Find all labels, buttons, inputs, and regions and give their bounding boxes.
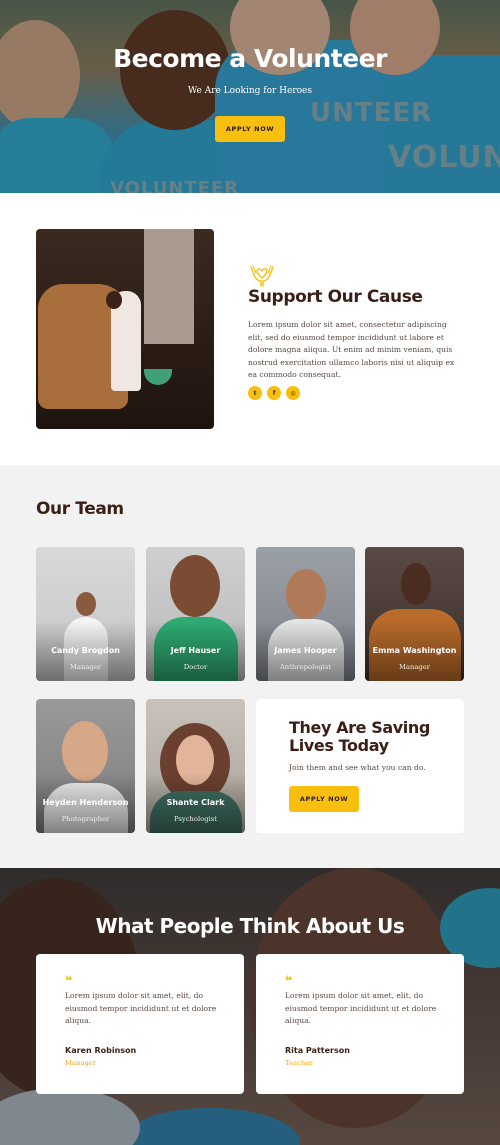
twitter-icon[interactable]: t: [248, 386, 262, 400]
member-role: Manager: [398, 663, 431, 671]
team-card[interactable]: James Hooper Anthropologist: [256, 547, 355, 681]
member-photo-face: [62, 721, 108, 781]
member-name: Jeff Hauser: [170, 646, 221, 655]
team-card[interactable]: Heyden Henderson Photographer: [36, 699, 135, 833]
photo-bowl: [144, 369, 172, 385]
support-text: Lorem ipsum dolor sit amet, consectetur …: [248, 320, 455, 380]
support-title: Support Our Cause: [248, 287, 423, 307]
member-photo-face: [170, 555, 220, 617]
member-name: Emma Washington: [372, 646, 457, 655]
heart-hands-icon: [250, 265, 274, 287]
member-photo-face: [76, 592, 96, 616]
support-photo: [36, 229, 214, 429]
hero-overlay: [0, 0, 500, 193]
member-name: Heyden Henderson: [42, 798, 129, 807]
team-card[interactable]: Shante Clark Psychologist: [146, 699, 245, 833]
member-role: Photographer: [61, 815, 110, 823]
hero-section: VOLUNTEER UNTEER VOLUNTEER: [0, 0, 500, 193]
member-role: Psychologist: [173, 815, 217, 823]
member-role: Doctor: [183, 663, 208, 671]
member-name: James Hooper: [274, 646, 337, 655]
team-title: Our Team: [36, 499, 124, 519]
hero-apply-button[interactable]: APPLY NOW: [215, 116, 285, 142]
quote-icon: ❝: [65, 974, 73, 989]
testimonial-author: Rita Patterson: [285, 1046, 350, 1055]
member-role: Anthropologist: [279, 663, 332, 671]
facebook-icon[interactable]: f: [267, 386, 281, 400]
hero-title: Become a Volunteer: [113, 44, 387, 73]
testimonial-quote: Lorem ipsum dolor sit amet, elit, do eiu…: [285, 991, 437, 1026]
testimonial-role: Manager: [65, 1059, 97, 1067]
photo-child-head: [106, 291, 122, 309]
testimonial-quote: Lorem ipsum dolor sit amet, elit, do eiu…: [65, 991, 217, 1026]
testimonial-role: Teacher: [285, 1059, 313, 1067]
member-name: Candy Brogdon: [51, 646, 120, 655]
member-role: Manager: [69, 663, 102, 671]
instagram-icon[interactable]: ◎: [286, 386, 300, 400]
team-card[interactable]: Candy Brogdon Manager: [36, 547, 135, 681]
photo-curtain: [144, 229, 194, 344]
team-card[interactable]: Emma Washington Manager: [365, 547, 464, 681]
hero-subtitle: We Are Looking for Heroes: [187, 86, 312, 96]
member-photo-face: [401, 563, 431, 605]
cta-text: Join them and see what you can do.: [289, 763, 426, 772]
testimonial-author: Karen Robinson: [65, 1046, 137, 1055]
member-photo-face: [286, 569, 326, 619]
cta-apply-button[interactable]: APPLY NOW: [289, 786, 359, 812]
member-name: Shante Clark: [166, 798, 225, 807]
cta-title: They Are Saving Lives Today: [289, 718, 430, 755]
testimonials-title: What People Think About Us: [95, 914, 405, 938]
quote-icon: ❝: [285, 974, 293, 989]
team-card[interactable]: Jeff Hauser Doctor: [146, 547, 245, 681]
